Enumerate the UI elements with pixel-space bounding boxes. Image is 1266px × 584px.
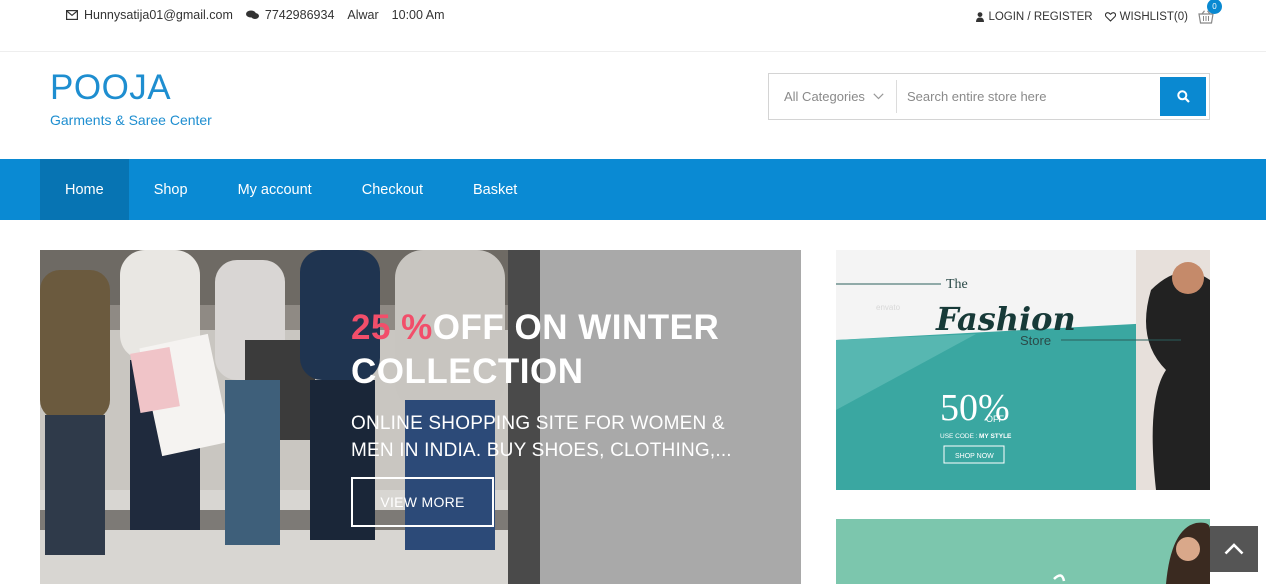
back-to-top-button[interactable] <box>1210 526 1258 572</box>
search-icon <box>1176 90 1190 103</box>
search-input[interactable] <box>897 74 1160 119</box>
banner-shop-now-text: SHOP NOW <box>955 453 994 460</box>
site-logo[interactable]: POOJA Garments & Saree Center <box>50 68 212 128</box>
logo-tagline: Garments & Saree Center <box>50 112 212 128</box>
hero-subtitle: ONLINE SHOPPING SITE FOR WOMEN & MEN IN … <box>351 413 732 461</box>
heart-icon <box>1104 12 1116 22</box>
search-bar: All Categories <box>768 73 1210 120</box>
time-info: 10:00 Am <box>392 8 445 22</box>
user-icon <box>976 12 985 22</box>
cart-button[interactable]: 0 <box>1198 0 1222 26</box>
banner-off-text: OFF <box>986 414 1004 424</box>
city-info: Alwar <box>347 8 378 22</box>
chat-icon <box>245 10 259 20</box>
banner-use-code-text: USE CODE : <box>940 433 978 440</box>
login-register-link[interactable]: LOGIN / REGISTER <box>976 11 1093 23</box>
wishlist-link[interactable]: WISHLIST(0) <box>1104 11 1188 23</box>
envelope-icon <box>66 10 78 20</box>
hero-percent: 25 % <box>351 308 433 347</box>
nav-item-checkout[interactable]: Checkout <box>337 159 448 220</box>
logo-name: POOJA <box>50 68 172 107</box>
fashion-store-banner[interactable]: The Fashion Store 50% OFF USE CODE : MY … <box>836 250 1210 490</box>
time-text: 10:00 Am <box>391 8 445 22</box>
top-bar: Hunnysatija01@gmail.com 7742986934 Alwar… <box>0 0 1266 52</box>
chevron-down-icon <box>873 93 884 100</box>
chevron-up-icon <box>1224 543 1244 555</box>
promo-banner-2[interactable] <box>836 519 1210 584</box>
banner-watermark: envato <box>876 303 901 312</box>
banner-the-text: The <box>946 277 968 292</box>
nav-item-shop[interactable]: Shop <box>129 159 213 220</box>
login-register-label: LOGIN / REGISTER <box>988 11 1093 23</box>
city-text: Alwar <box>347 8 379 22</box>
email-text: Hunnysatija01@gmail.com <box>84 8 233 22</box>
account-links: LOGIN / REGISTER WISHLIST(0) 0 <box>964 0 1222 26</box>
view-more-button[interactable]: VIEW MORE <box>351 477 494 527</box>
nav-item-basket[interactable]: Basket <box>448 159 542 220</box>
hero-text: 25 %OFF ON WINTER COLLECTION ONLINE SHOP… <box>351 306 771 464</box>
hero-slider: 25 %OFF ON WINTER COLLECTION ONLINE SHOP… <box>40 250 801 584</box>
category-select[interactable]: All Categories <box>769 80 897 113</box>
phone-info: 7742986934 <box>245 8 335 22</box>
banner-store-text: Store <box>1020 333 1051 348</box>
banner-code-text: MY STYLE <box>979 433 1012 440</box>
cart-count-badge: 0 <box>1207 0 1222 14</box>
nav-item-home[interactable]: Home <box>40 159 129 220</box>
hero-headline: 25 %OFF ON WINTER COLLECTION <box>351 306 771 394</box>
email-info: Hunnysatija01@gmail.com <box>66 8 233 22</box>
contact-info: Hunnysatija01@gmail.com 7742986934 Alwar… <box>66 8 458 22</box>
category-select-label: All Categories <box>784 89 865 104</box>
banner-fashion-text: Fashion <box>935 300 1076 338</box>
phone-text: 7742986934 <box>264 8 335 22</box>
search-button[interactable] <box>1160 77 1206 116</box>
main-nav: Home Shop My account Checkout Basket <box>0 159 1266 220</box>
wishlist-label: WISHLIST(0) <box>1119 11 1188 23</box>
nav-item-my-account[interactable]: My account <box>213 159 337 220</box>
